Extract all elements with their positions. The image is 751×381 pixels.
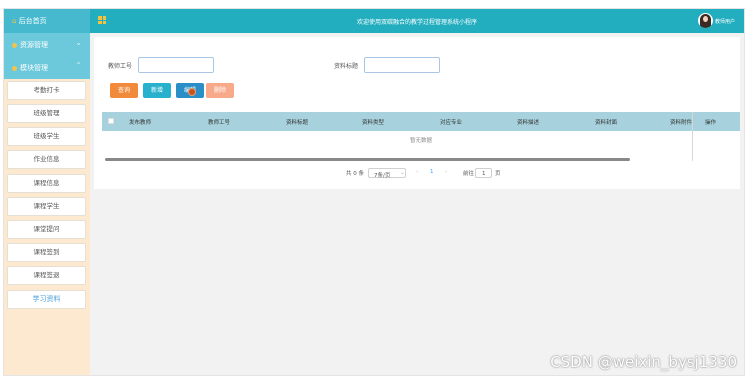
sidebar-item-class-students[interactable]: 班级学生 (7, 127, 86, 146)
sidebar-item-courses[interactable]: 课程信息 (7, 174, 86, 193)
app-window: ⌂ 后台首页 资源管理 ⌄ 模块管理 ⌃ 考勤打卡 班级管理 班级学生 作业信息… (3, 8, 745, 376)
table-header: 发布教师 教师工号 资料标题 资料类型 对应专业 资料描述 资料封面 资料附件 … (102, 112, 740, 131)
delete-button[interactable]: 删除 (206, 83, 234, 98)
prev-page-button[interactable]: ‹ (416, 169, 418, 175)
avatar[interactable] (698, 13, 713, 28)
teacher-no-label: 教师工号 (108, 63, 133, 70)
mouse-cursor-icon (189, 89, 195, 95)
top-header: 欢迎使用双碳融合的教学过程管理系统小程序 教师用户 (90, 9, 744, 33)
sidebar: ⌂ 后台首页 资源管理 ⌄ 模块管理 ⌃ 考勤打卡 班级管理 班级学生 作业信息… (4, 9, 90, 375)
column-header: 操作 (705, 120, 717, 126)
sidebar-item-course-students[interactable]: 课程学生 (7, 197, 86, 216)
sidebar-item-checkout[interactable]: 课程签退 (7, 266, 86, 285)
page-number[interactable]: 1 (430, 169, 434, 175)
next-page-button[interactable]: › (445, 169, 447, 175)
page-size-value: 7条/页 (374, 173, 391, 179)
sidebar-menu-label: 资源管理 (20, 41, 48, 49)
menu-dot-icon (12, 65, 17, 71)
sidebar-menu-resources[interactable]: 资源管理 ⌄ (4, 33, 90, 56)
teacher-no-input[interactable] (138, 57, 214, 73)
chevron-down-icon: ⌄ (400, 170, 405, 176)
sidebar-home[interactable]: ⌂ 后台首页 (4, 9, 90, 33)
column-header: 资料类型 (362, 120, 385, 126)
sidebar-menu-modules[interactable]: 模块管理 ⌃ (4, 56, 90, 79)
goto-page-value: 1 (482, 171, 486, 177)
goto-page-input[interactable]: 1 (475, 168, 492, 178)
sidebar-menu-label: 模块管理 (20, 64, 48, 72)
chevron-down-icon: ⌄ (75, 38, 82, 47)
menu-dot-icon (12, 42, 17, 48)
search-button[interactable]: 查询 (110, 83, 138, 98)
sidebar-home-label: 后台首页 (18, 17, 47, 25)
sidebar-item-classes[interactable]: 班级管理 (7, 104, 86, 123)
sidebar-item-homework[interactable]: 作业信息 (7, 150, 86, 169)
column-header: 教师工号 (208, 120, 231, 126)
user-name[interactable]: 教师用户 (715, 18, 735, 25)
column-header: 资料描述 (517, 120, 540, 126)
page-unit-label: 页 (495, 171, 501, 177)
select-all-checkbox[interactable] (108, 118, 114, 124)
column-header: 发布教师 (129, 120, 152, 126)
column-header: 资料封面 (595, 120, 618, 126)
add-button[interactable]: 新增 (143, 83, 171, 98)
goto-label: 前往 (463, 171, 475, 177)
sidebar-item-materials[interactable]: 学习资料 (7, 290, 86, 309)
main-panel: 教师工号 资料标题 查询 新增 编辑 删除 发布教师 教师工号 资料标题 资料类… (94, 37, 740, 189)
sidebar-item-checkin[interactable]: 课程签到 (7, 243, 86, 262)
sidebar-item-attendance[interactable]: 考勤打卡 (7, 81, 86, 100)
column-header: 资料附件 (670, 120, 693, 126)
chevron-up-icon: ⌃ (75, 61, 82, 70)
empty-table-text: 暂无数据 (409, 138, 432, 144)
sidebar-item-questions[interactable]: 课堂提问 (7, 220, 86, 239)
page-title: 欢迎使用双碳融合的教学过程管理系统小程序 (356, 19, 477, 26)
column-header: 资料标题 (286, 120, 309, 126)
title-input[interactable] (364, 57, 440, 73)
page-size-select[interactable]: 7条/页 ⌄ (368, 168, 406, 179)
column-header: 对应专业 (440, 120, 463, 126)
watermark-text: CSDN @weixin_bysj1330 (550, 353, 737, 371)
title-label: 资料标题 (334, 63, 359, 70)
horizontal-scrollbar[interactable] (105, 158, 630, 161)
total-count: 共 0 条 (346, 171, 364, 177)
home-icon: ⌂ (12, 17, 17, 25)
